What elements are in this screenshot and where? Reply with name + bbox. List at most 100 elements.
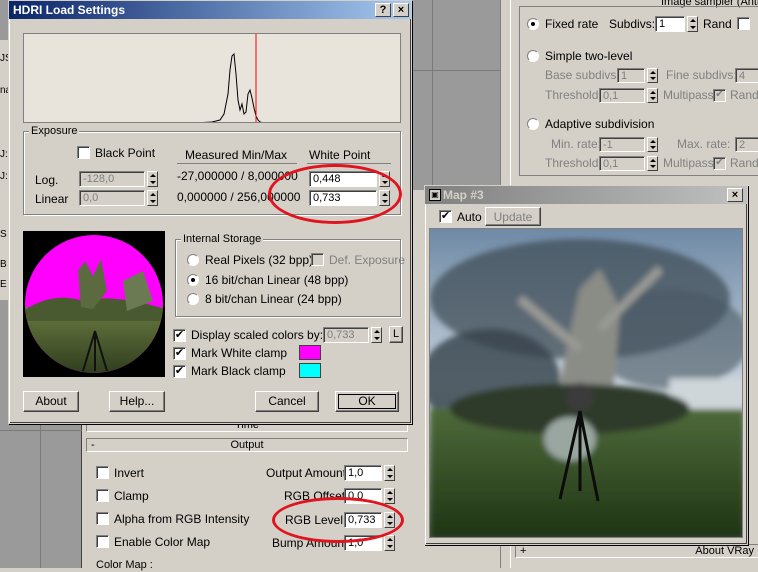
fine-subdivs-input[interactable]: 4: [735, 68, 758, 83]
min-rate-label: Min. rate:: [551, 137, 602, 151]
map-close-icon[interactable]: ×: [727, 188, 743, 202]
hdri-title: HDRI Load Settings: [13, 3, 126, 17]
black-log-input[interactable]: -128,0: [79, 171, 145, 187]
help-icon[interactable]: ?: [375, 3, 391, 17]
multipass-label: Multipass: [663, 88, 714, 102]
left-letter: E: [0, 279, 7, 290]
multipass2-checkbox[interactable]: ✔: [713, 157, 726, 170]
left-letter: S: [0, 229, 7, 240]
threshold2-input[interactable]: 0,1: [599, 156, 645, 171]
auto-label: Auto: [457, 210, 482, 224]
fixed-rate-label: Fixed rate: [545, 17, 599, 31]
display-scaled-spinner[interactable]: [371, 327, 382, 343]
histogram-curve: [202, 52, 263, 122]
subdivs-label: Subdivs:: [609, 17, 656, 31]
lock-button[interactable]: L: [389, 326, 403, 343]
help-button[interactable]: Help...: [109, 391, 165, 412]
output-header: Output: [230, 439, 264, 451]
simple-two-level-radio[interactable]: [527, 50, 539, 62]
display-scaled-checkbox[interactable]: ✔: [173, 329, 186, 342]
left-letter: J:: [0, 171, 8, 182]
viewport-middle[interactable]: [412, 0, 500, 190]
fixed-rate-radio[interactable]: [527, 18, 539, 30]
histogram: [23, 33, 401, 123]
multipass2-label: Multipass: [663, 156, 714, 170]
16bit-linear-radio[interactable]: [187, 274, 199, 286]
multipass-checkbox[interactable]: ✔: [713, 89, 726, 102]
invert-checkbox[interactable]: [96, 466, 109, 479]
output-amount-input[interactable]: 1,0: [344, 465, 382, 481]
black-point-checkbox[interactable]: [77, 146, 90, 159]
black-log-spinner[interactable]: [147, 171, 158, 187]
left-letter: B: [0, 259, 7, 270]
black-linear-input[interactable]: 0,0: [79, 190, 145, 206]
rgb-level-highlight: [272, 497, 404, 543]
threshold-input[interactable]: 0,1: [599, 88, 645, 103]
display-scaled-label: Display scaled colors by:: [191, 328, 324, 342]
black-point-label: Black Point: [95, 146, 156, 160]
subdivs-spinner[interactable]: [687, 16, 698, 32]
def-exposure-checkbox[interactable]: [311, 253, 324, 266]
black-linear-spinner[interactable]: [147, 190, 158, 206]
black-clamp-swatch[interactable]: [299, 363, 321, 378]
collapse-minus-icon: -: [91, 439, 95, 451]
rand-checkbox[interactable]: [737, 17, 750, 30]
max-rate-label: Max. rate:: [677, 137, 731, 151]
ok-button[interactable]: OK: [335, 391, 399, 412]
alpha-checkbox[interactable]: [96, 512, 109, 525]
base-subdivs-spinner[interactable]: [647, 68, 658, 83]
white-clamp-swatch[interactable]: [299, 345, 321, 360]
output-amount-spinner[interactable]: [384, 465, 395, 481]
hdri-titlebar[interactable]: HDRI Load Settings: [9, 1, 411, 19]
internal-storage-label: Internal Storage: [181, 233, 264, 245]
close-icon[interactable]: ×: [393, 3, 409, 17]
map-3-window: Map #3 ▣ × ✔ Auto Update: [424, 185, 748, 545]
mark-white-checkbox[interactable]: ✔: [173, 347, 186, 360]
mark-black-label: Mark Black clamp: [191, 364, 286, 378]
real-pixels-radio[interactable]: [187, 254, 199, 266]
adaptive-label: Adaptive subdivision: [545, 117, 655, 131]
16bit-linear-label: 16 bit/chan Linear (48 bpp): [205, 273, 349, 287]
simple-two-level-label: Simple two-level: [545, 49, 633, 63]
rand-label-2: Rand: [730, 88, 758, 102]
auto-checkbox[interactable]: ✔: [439, 210, 452, 223]
display-scaled-input[interactable]: 0,733: [323, 327, 369, 343]
mark-white-label: Mark White clamp: [191, 346, 288, 360]
min-rate-input[interactable]: -1: [599, 137, 645, 152]
subdivs-input[interactable]: 1: [655, 16, 685, 32]
material-output-panel: Time - Output Invert Clamp Alpha from RG…: [82, 418, 412, 571]
adaptive-radio[interactable]: [527, 118, 539, 130]
about-vray-label: About VRay: [695, 545, 754, 557]
threshold2-label: Threshold:: [545, 156, 602, 170]
left-letter: J:: [0, 149, 8, 160]
cancel-button[interactable]: Cancel: [255, 391, 319, 412]
about-button[interactable]: About: [23, 391, 79, 412]
mark-black-checkbox[interactable]: ✔: [173, 365, 186, 378]
color-map-label: Color Map :: [96, 559, 153, 571]
clamp-checkbox[interactable]: [96, 489, 109, 502]
map-preview-image: [429, 228, 743, 538]
base-subdivs-input[interactable]: 1: [617, 68, 645, 83]
enable-color-map-checkbox[interactable]: [96, 535, 109, 548]
threshold-spinner[interactable]: [647, 88, 658, 103]
8bit-linear-radio[interactable]: [187, 293, 199, 305]
8bit-linear-label: 8 bit/chan Linear (24 bpp): [205, 292, 342, 306]
map-titlebar[interactable]: Map #3: [425, 186, 747, 204]
rand2-label: Rand: [730, 156, 758, 170]
measured-minmax-label: Measured Min/Max: [185, 148, 288, 162]
min-rate-spinner[interactable]: [647, 137, 658, 152]
about-vray-rollout[interactable]: + About VRay: [515, 544, 758, 558]
real-pixels-label: Real Pixels (32 bpp): [205, 253, 314, 267]
bump-amount-spinner[interactable]: [384, 535, 395, 551]
alpha-label: Alpha from RGB Intensity: [114, 512, 250, 526]
rgb-offset-spinner[interactable]: [384, 488, 395, 504]
update-button[interactable]: Update: [485, 207, 541, 226]
threshold2-spinner[interactable]: [647, 156, 658, 171]
clamp-label: Clamp: [114, 489, 149, 503]
output-amount-label: Output Amount:: [266, 466, 350, 480]
max-rate-input[interactable]: 2: [735, 137, 758, 152]
output-rollout[interactable]: - Output: [86, 438, 408, 452]
invert-label: Invert: [114, 466, 145, 480]
rand-label: Rand: [703, 17, 732, 31]
linear-label: Linear: [35, 192, 69, 206]
